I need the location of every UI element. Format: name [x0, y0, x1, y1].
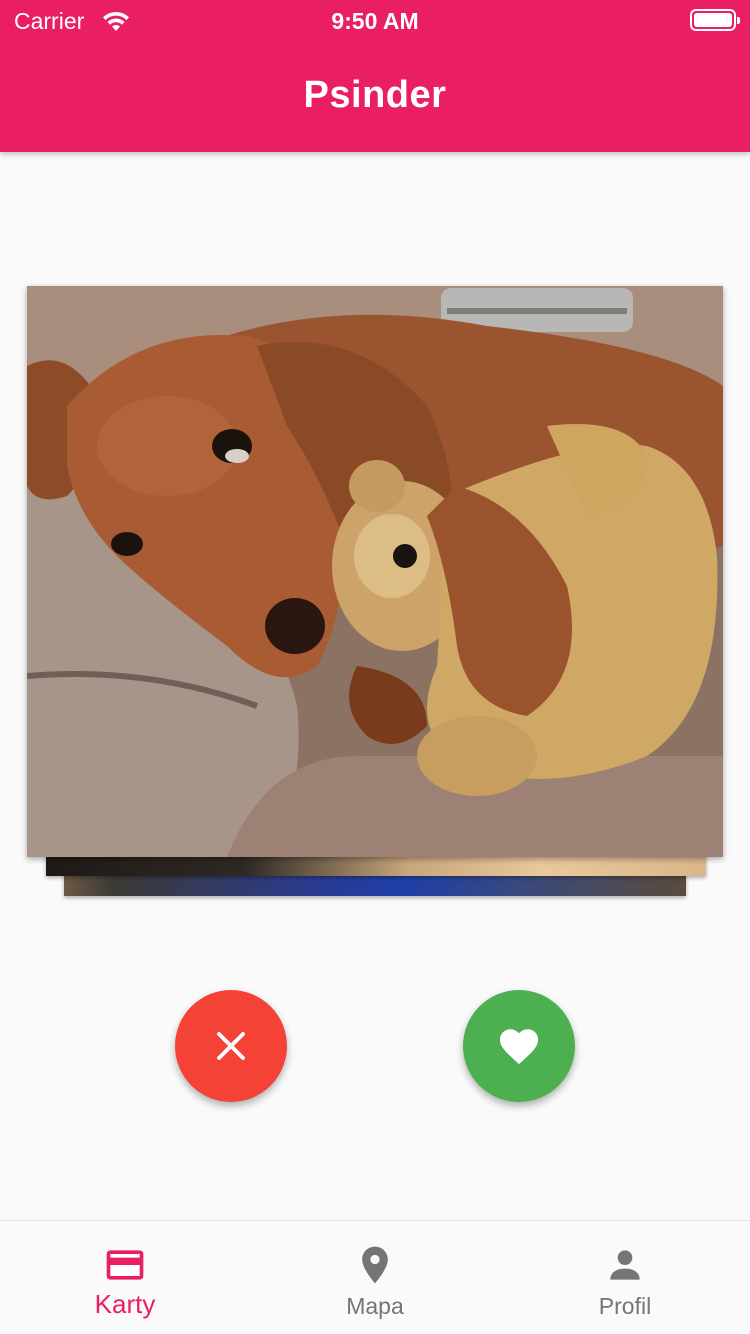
tab-mapa[interactable]: Mapa — [250, 1221, 500, 1334]
heart-icon — [499, 1029, 539, 1065]
dog-card[interactable] — [27, 286, 723, 857]
status-bar: Carrier 9:50 AM — [0, 0, 750, 40]
like-button[interactable] — [463, 990, 575, 1102]
tab-label-mapa: Mapa — [346, 1293, 404, 1319]
tab-karty[interactable]: Karty — [0, 1221, 250, 1334]
person-icon — [610, 1250, 640, 1280]
status-time: 9:50 AM — [331, 8, 419, 34]
card-icon — [106, 1250, 144, 1280]
location-pin-icon — [362, 1246, 388, 1284]
app-root: Carrier 9:50 AM Psinder Karty Mapa Profi… — [0, 0, 750, 1334]
tab-label-karty: Karty — [94, 1289, 156, 1319]
app-bar: Carrier 9:50 AM Psinder — [0, 0, 750, 152]
tab-label-profil: Profil — [598, 1293, 652, 1319]
close-icon — [217, 1032, 245, 1060]
dog-photo — [27, 286, 723, 857]
bottom-navigation: Karty Mapa Profil — [0, 1220, 750, 1334]
dislike-button[interactable] — [175, 990, 287, 1102]
tab-profil[interactable]: Profil — [500, 1221, 750, 1334]
battery-icon — [690, 9, 740, 31]
page-title: Psinder — [303, 74, 447, 116]
